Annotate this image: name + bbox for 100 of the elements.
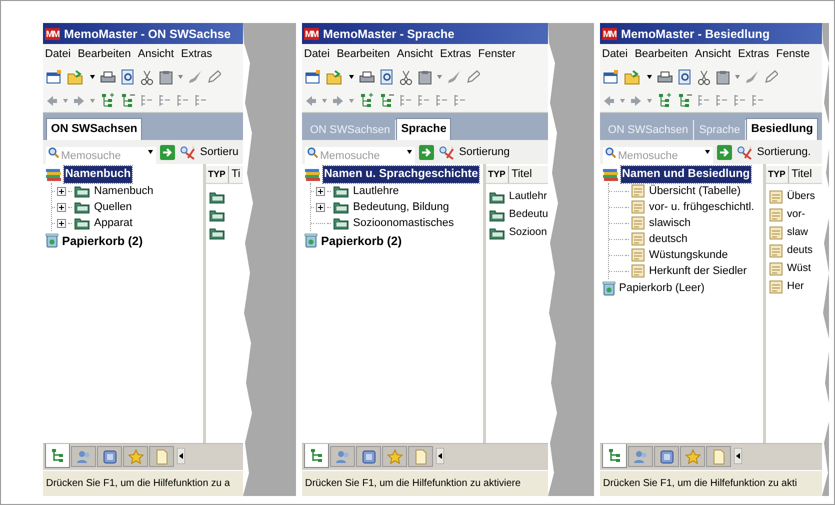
forward-arrow-icon[interactable] — [332, 94, 344, 106]
expand-plus-icon[interactable] — [316, 202, 325, 212]
tree-item[interactable]: Namenbuch — [94, 182, 154, 200]
list-align-icon[interactable] — [176, 94, 189, 107]
tree-item[interactable]: Apparat — [94, 214, 133, 232]
tree-item[interactable]: Wüstungskunde — [649, 246, 728, 264]
back-arrow-icon[interactable] — [603, 94, 615, 106]
panel-tab[interactable] — [602, 444, 627, 468]
menu-item[interactable]: Extras — [440, 46, 472, 63]
tree-root[interactable]: Namenbuch — [64, 166, 132, 184]
back-arrow-icon[interactable] — [46, 94, 58, 106]
column-header[interactable]: TYP — [206, 166, 229, 183]
menu-item[interactable]: Ansicht — [138, 46, 174, 63]
tree-item[interactable]: slawisch — [649, 214, 691, 232]
clipboard-icon[interactable] — [159, 70, 173, 84]
tree-add-icon[interactable] — [100, 93, 115, 108]
tree-remove-icon[interactable] — [677, 93, 692, 108]
list-item-title[interactable]: slaw — [787, 225, 808, 241]
menu-item[interactable]: Fenste — [776, 46, 810, 63]
magic-wand-icon[interactable] — [438, 144, 455, 160]
column-header[interactable]: TYP — [766, 166, 789, 183]
scissors-icon[interactable] — [697, 70, 711, 84]
list-align-icon[interactable] — [140, 94, 153, 107]
tree-item[interactable]: Übersicht (Tabelle) — [649, 182, 741, 200]
scissors-icon[interactable] — [399, 70, 413, 84]
forward-arrow-icon[interactable] — [630, 94, 642, 106]
caret-icon[interactable] — [647, 75, 652, 79]
caret-icon[interactable] — [90, 75, 95, 79]
new-window-icon[interactable] — [305, 70, 321, 84]
list-align-icon[interactable] — [194, 94, 207, 107]
tree-item[interactable]: Quellen — [94, 198, 132, 216]
caret-icon[interactable] — [407, 150, 412, 154]
tree-item[interactable]: deutsch — [649, 230, 688, 248]
list-align-icon[interactable] — [158, 94, 171, 107]
trash-item[interactable]: Papierkorb (2) — [321, 232, 402, 250]
back-arrow-icon[interactable] — [305, 94, 317, 106]
expand-plus-icon[interactable] — [57, 218, 66, 228]
list-align-icon[interactable] — [751, 94, 764, 107]
list-item-title[interactable]: vor- — [787, 207, 806, 223]
scroll-left-icon[interactable] — [734, 448, 742, 464]
list-align-icon[interactable] — [453, 94, 466, 107]
pencil-icon[interactable] — [764, 70, 778, 84]
menu-item[interactable]: Extras — [180, 46, 212, 63]
scroll-left-icon[interactable] — [436, 448, 444, 464]
panel-tab[interactable] — [97, 446, 122, 467]
list-item-title[interactable]: Bedeutu — [509, 207, 548, 223]
tree-remove-icon[interactable] — [120, 93, 135, 108]
trash-item[interactable]: Papierkorb (Leer) — [619, 280, 705, 297]
column-header[interactable]: TYP — [486, 166, 509, 183]
panel-tab[interactable] — [304, 444, 329, 468]
panel-tab[interactable] — [654, 446, 679, 467]
menu-item[interactable]: Fenster — [478, 46, 516, 63]
document-tab[interactable]: Besiedlung — [746, 118, 818, 140]
magic-wand-icon[interactable] — [736, 144, 753, 160]
pencil-icon[interactable] — [466, 70, 480, 84]
list-item-title[interactable]: Übers — [787, 189, 816, 205]
go-arrow-icon[interactable] — [717, 144, 732, 160]
open-folder-icon[interactable] — [624, 70, 642, 84]
list-align-icon[interactable] — [399, 94, 412, 107]
go-arrow-icon[interactable] — [160, 144, 175, 160]
menu-item[interactable]: Ansicht — [396, 46, 433, 63]
expand-plus-icon[interactable] — [57, 202, 66, 212]
preview-icon[interactable] — [121, 69, 135, 85]
tree-item[interactable]: Lautlehre — [353, 182, 399, 200]
search-field[interactable]: Memosuche — [603, 147, 713, 165]
expand-plus-icon[interactable] — [57, 186, 66, 196]
list-item-title[interactable]: Sozioon — [509, 225, 547, 241]
menu-item[interactable]: Datei — [45, 46, 71, 63]
menu-item[interactable]: Bearbeiten — [78, 46, 131, 63]
list-align-icon[interactable] — [733, 94, 746, 107]
list-item-title[interactable]: deuts — [787, 243, 813, 259]
menu-item[interactable]: Bearbeiten — [634, 46, 688, 63]
list-item-title[interactable]: Lautlehr — [509, 189, 547, 205]
search-field[interactable]: Memosuche — [305, 147, 415, 165]
expand-plus-icon[interactable] — [316, 186, 325, 196]
search-field[interactable]: Memosuche — [46, 147, 156, 165]
panel-tab[interactable] — [382, 446, 407, 467]
forward-arrow-icon[interactable] — [73, 94, 85, 106]
column-header[interactable]: Titel — [788, 166, 815, 183]
list-align-icon[interactable] — [435, 94, 448, 107]
menu-item[interactable]: Extras — [738, 46, 770, 63]
scroll-left-icon[interactable] — [177, 448, 185, 464]
clipboard-icon[interactable] — [716, 70, 730, 84]
brush-icon[interactable] — [447, 70, 461, 84]
document-tab[interactable]: Sprache — [396, 118, 452, 140]
tree-item[interactable]: Bedeutung, Bildung — [353, 198, 450, 216]
printer-icon[interactable] — [657, 70, 673, 84]
clipboard-icon[interactable] — [418, 70, 432, 84]
pencil-icon[interactable] — [207, 70, 221, 84]
printer-icon[interactable] — [359, 70, 375, 84]
panel-tab[interactable] — [356, 446, 381, 467]
open-folder-icon[interactable] — [67, 70, 85, 84]
list-align-icon[interactable] — [697, 94, 710, 107]
tree-item[interactable]: Herkunft der Siedler — [649, 262, 747, 280]
column-header[interactable]: Titel — [508, 166, 535, 183]
printer-icon[interactable] — [100, 70, 116, 84]
panel-tab[interactable] — [123, 446, 148, 467]
new-window-icon[interactable] — [46, 70, 62, 84]
brush-icon[interactable] — [745, 70, 759, 84]
preview-icon[interactable] — [678, 69, 692, 85]
